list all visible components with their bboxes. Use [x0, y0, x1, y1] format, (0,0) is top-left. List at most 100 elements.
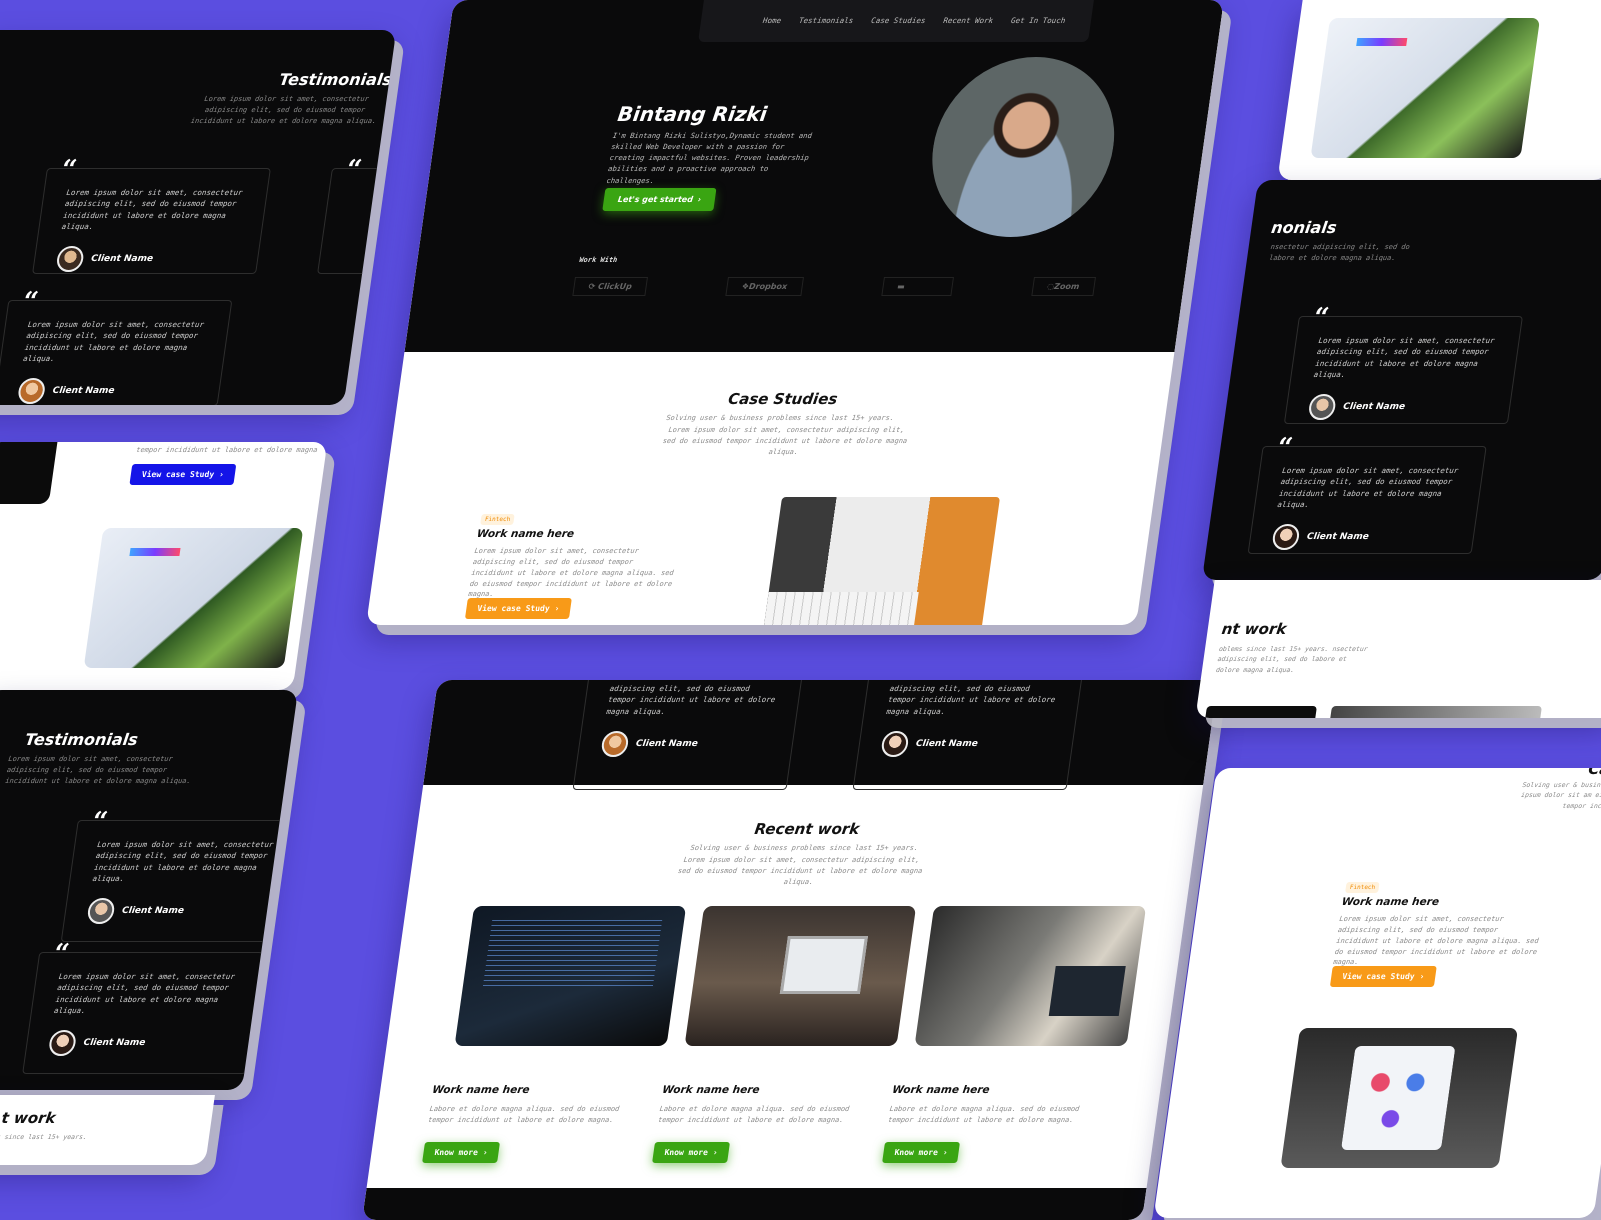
button-label: Let's get started [617, 195, 694, 204]
testimonial-card: adipiscing elit, sed do eiusmod tempor i… [852, 680, 1085, 790]
testimonials-strip: adipiscing elit, sed do eiusmod tempor i… [423, 680, 1218, 790]
testimonial-card: “ Lorem ipsum dolor sit amet, consectetu… [0, 287, 233, 405]
chevron-right-icon: › [554, 604, 561, 613]
section-title: nt work [1220, 620, 1288, 638]
recent-work-subtitle: Solving user & business problems since l… [689, 844, 919, 852]
recent-work-fragment-left: t work ems since last 15+ years. [0, 1095, 215, 1165]
chevron-right-icon: › [712, 1147, 719, 1157]
client-name: Client Name [1306, 532, 1370, 542]
testimonials-subtitle: Lorem ipsum dolor sit amet, consectetur … [4, 755, 192, 785]
work-title: Work name here [431, 1084, 531, 1096]
client: Client Name [880, 730, 1054, 757]
nav-recent-work[interactable]: Recent Work [943, 16, 994, 25]
photo-stub [1330, 706, 1542, 718]
work-title: Work name here [891, 1084, 991, 1096]
case-study-panel-left: tempor incididunt ut labore et dolore ma… [0, 442, 328, 690]
testimonial-text: Lorem ipsum dolor sit amet, consectetur … [61, 188, 244, 231]
testimonial-text: adipiscing elit, sed do eiusmod tempor i… [605, 684, 776, 716]
dark-photo-stub [0, 442, 58, 504]
work-title: Work name here [476, 528, 575, 540]
testimonial-text: Lorem ipsum dolor sit amet, consectetur … [1313, 336, 1496, 379]
client: Client Name [1307, 394, 1491, 420]
hero-name: Bintang Rizki [616, 102, 769, 126]
nav-case-studies[interactable]: Case Studies [871, 16, 926, 25]
testimonial-text: Lorem ipsum dolor sit amet, consectetur … [53, 972, 236, 1015]
testimonials-panel-right: nonials nsectetur adipiscing elit, sed d… [1201, 180, 1601, 580]
quote-icon: “ [1275, 433, 1295, 463]
section-title: t work [0, 1109, 57, 1127]
testimonial-card: “ Lorem ipsum dolor sit amet, consectetu… [22, 939, 264, 1074]
partner-logos: ⟳ ClickUp ❖Dropbox ▬ ◌Zoom [572, 277, 1096, 296]
hero-section: Home Testimonials Case Studies Recent Wo… [404, 0, 1224, 352]
client: Client Name [55, 246, 239, 272]
footer-bar [362, 1188, 1147, 1220]
laptop-screen [779, 936, 868, 994]
avatar [1307, 394, 1338, 420]
client-name: Client Name [915, 738, 979, 749]
testimonial-card: “ Lorem ipsum dolor sit amet, consectetu… [1247, 433, 1487, 554]
work-title: Work name here [1340, 896, 1440, 908]
know-more-button[interactable]: Know more › [422, 1141, 501, 1163]
work-with-label: Work With [578, 256, 618, 264]
testimonial-card: “ Lorem ipsum dolor sit amet, consectetu… [1283, 303, 1523, 424]
clickup-logo: ⟳ ClickUp [572, 277, 649, 296]
nav-get-in-touch[interactable]: Get In Touch [1011, 16, 1066, 25]
quote-icon: “ [344, 155, 364, 185]
ui-kit-image [1310, 18, 1541, 158]
button-label: Know more [433, 1147, 479, 1157]
client-name: Client Name [82, 1038, 147, 1048]
ui-swatch [129, 548, 181, 556]
testimonial-text: adipiscing elit, sed do eiusmod tempor i… [885, 684, 1056, 716]
work-image-code [454, 906, 687, 1046]
client-name: Client Name [90, 254, 154, 264]
work-desc: Lorem ipsum dolor sit amet, consectetur … [1332, 915, 1540, 967]
section-title: Ca [1587, 768, 1601, 778]
recent-work-desc: Lorem ipsum dolor sit amet, consectetur … [677, 856, 923, 886]
partial-text: tempor incididunt ut labore et dolore ma… [135, 446, 319, 454]
nav-links: Home Testimonials Case Studies Recent Wo… [762, 16, 1066, 25]
button-label: View case Study [141, 470, 215, 479]
view-case-study-button[interactable]: View case Study › [1329, 966, 1437, 987]
work-desc: Lorem ipsum dolor sit amet, consectetur … [467, 547, 675, 599]
avatar [16, 378, 47, 404]
view-case-study-button[interactable]: View case Study › [464, 598, 572, 619]
nav-testimonials[interactable]: Testimonials [798, 16, 853, 25]
work-desc: Labore et dolore magna aliqua. sed do ei… [887, 1105, 1080, 1124]
testimonial-card: “ Lorem ipsum dolor sit amet, consectetu… [32, 155, 271, 274]
case-study-panel-right: Ca Solving user & busin Lorem ipsum dolo… [1153, 768, 1601, 1218]
main-panel-top: Home Testimonials Case Studies Recent Wo… [366, 0, 1224, 625]
quote-icon: “ [51, 939, 72, 969]
client-name: Client Name [635, 738, 699, 749]
ui-swatch [1356, 38, 1408, 46]
work-title: Work name here [661, 1084, 761, 1096]
testimonial-card: “ Lorem ipsum dolor sit amet, consectetu… [60, 807, 299, 942]
image-panel-right-top [1277, 0, 1601, 180]
know-more-button[interactable]: Know more › [652, 1141, 731, 1163]
testimonial-card-partial: “ [317, 155, 397, 274]
code-lines [482, 920, 663, 990]
view-case-study-button[interactable]: View case Study › [129, 464, 237, 485]
nav-home[interactable]: Home [762, 16, 781, 25]
get-started-button[interactable]: Let's get started › [602, 188, 717, 211]
testimonial-text: Lorem ipsum dolor sit amet, consectetur … [22, 320, 205, 363]
avatar [55, 246, 85, 272]
work-item: Work name here Labore et dolore magna al… [652, 1084, 863, 1163]
keyboard [763, 592, 919, 625]
avatar [1271, 524, 1301, 550]
quote-icon: “ [59, 155, 79, 185]
button-label: Know more [663, 1147, 709, 1157]
avatar [600, 730, 630, 757]
dropbox-logo: ❖Dropbox [725, 277, 804, 296]
partner-logo: ▬ [880, 277, 954, 296]
case-study-image [83, 528, 304, 668]
testimonials-title: Testimonials [23, 730, 140, 749]
avatar [880, 730, 910, 757]
avatar [86, 898, 116, 924]
work-image-laptop [684, 906, 917, 1046]
chevron-right-icon: › [942, 1147, 949, 1157]
button-label: View case Study [1341, 972, 1416, 981]
work-image-desk [914, 906, 1147, 1046]
know-more-button[interactable]: Know more › [882, 1141, 961, 1163]
category-tag: Fintech [480, 514, 515, 525]
testimonials-title: nonials [1270, 218, 1338, 237]
